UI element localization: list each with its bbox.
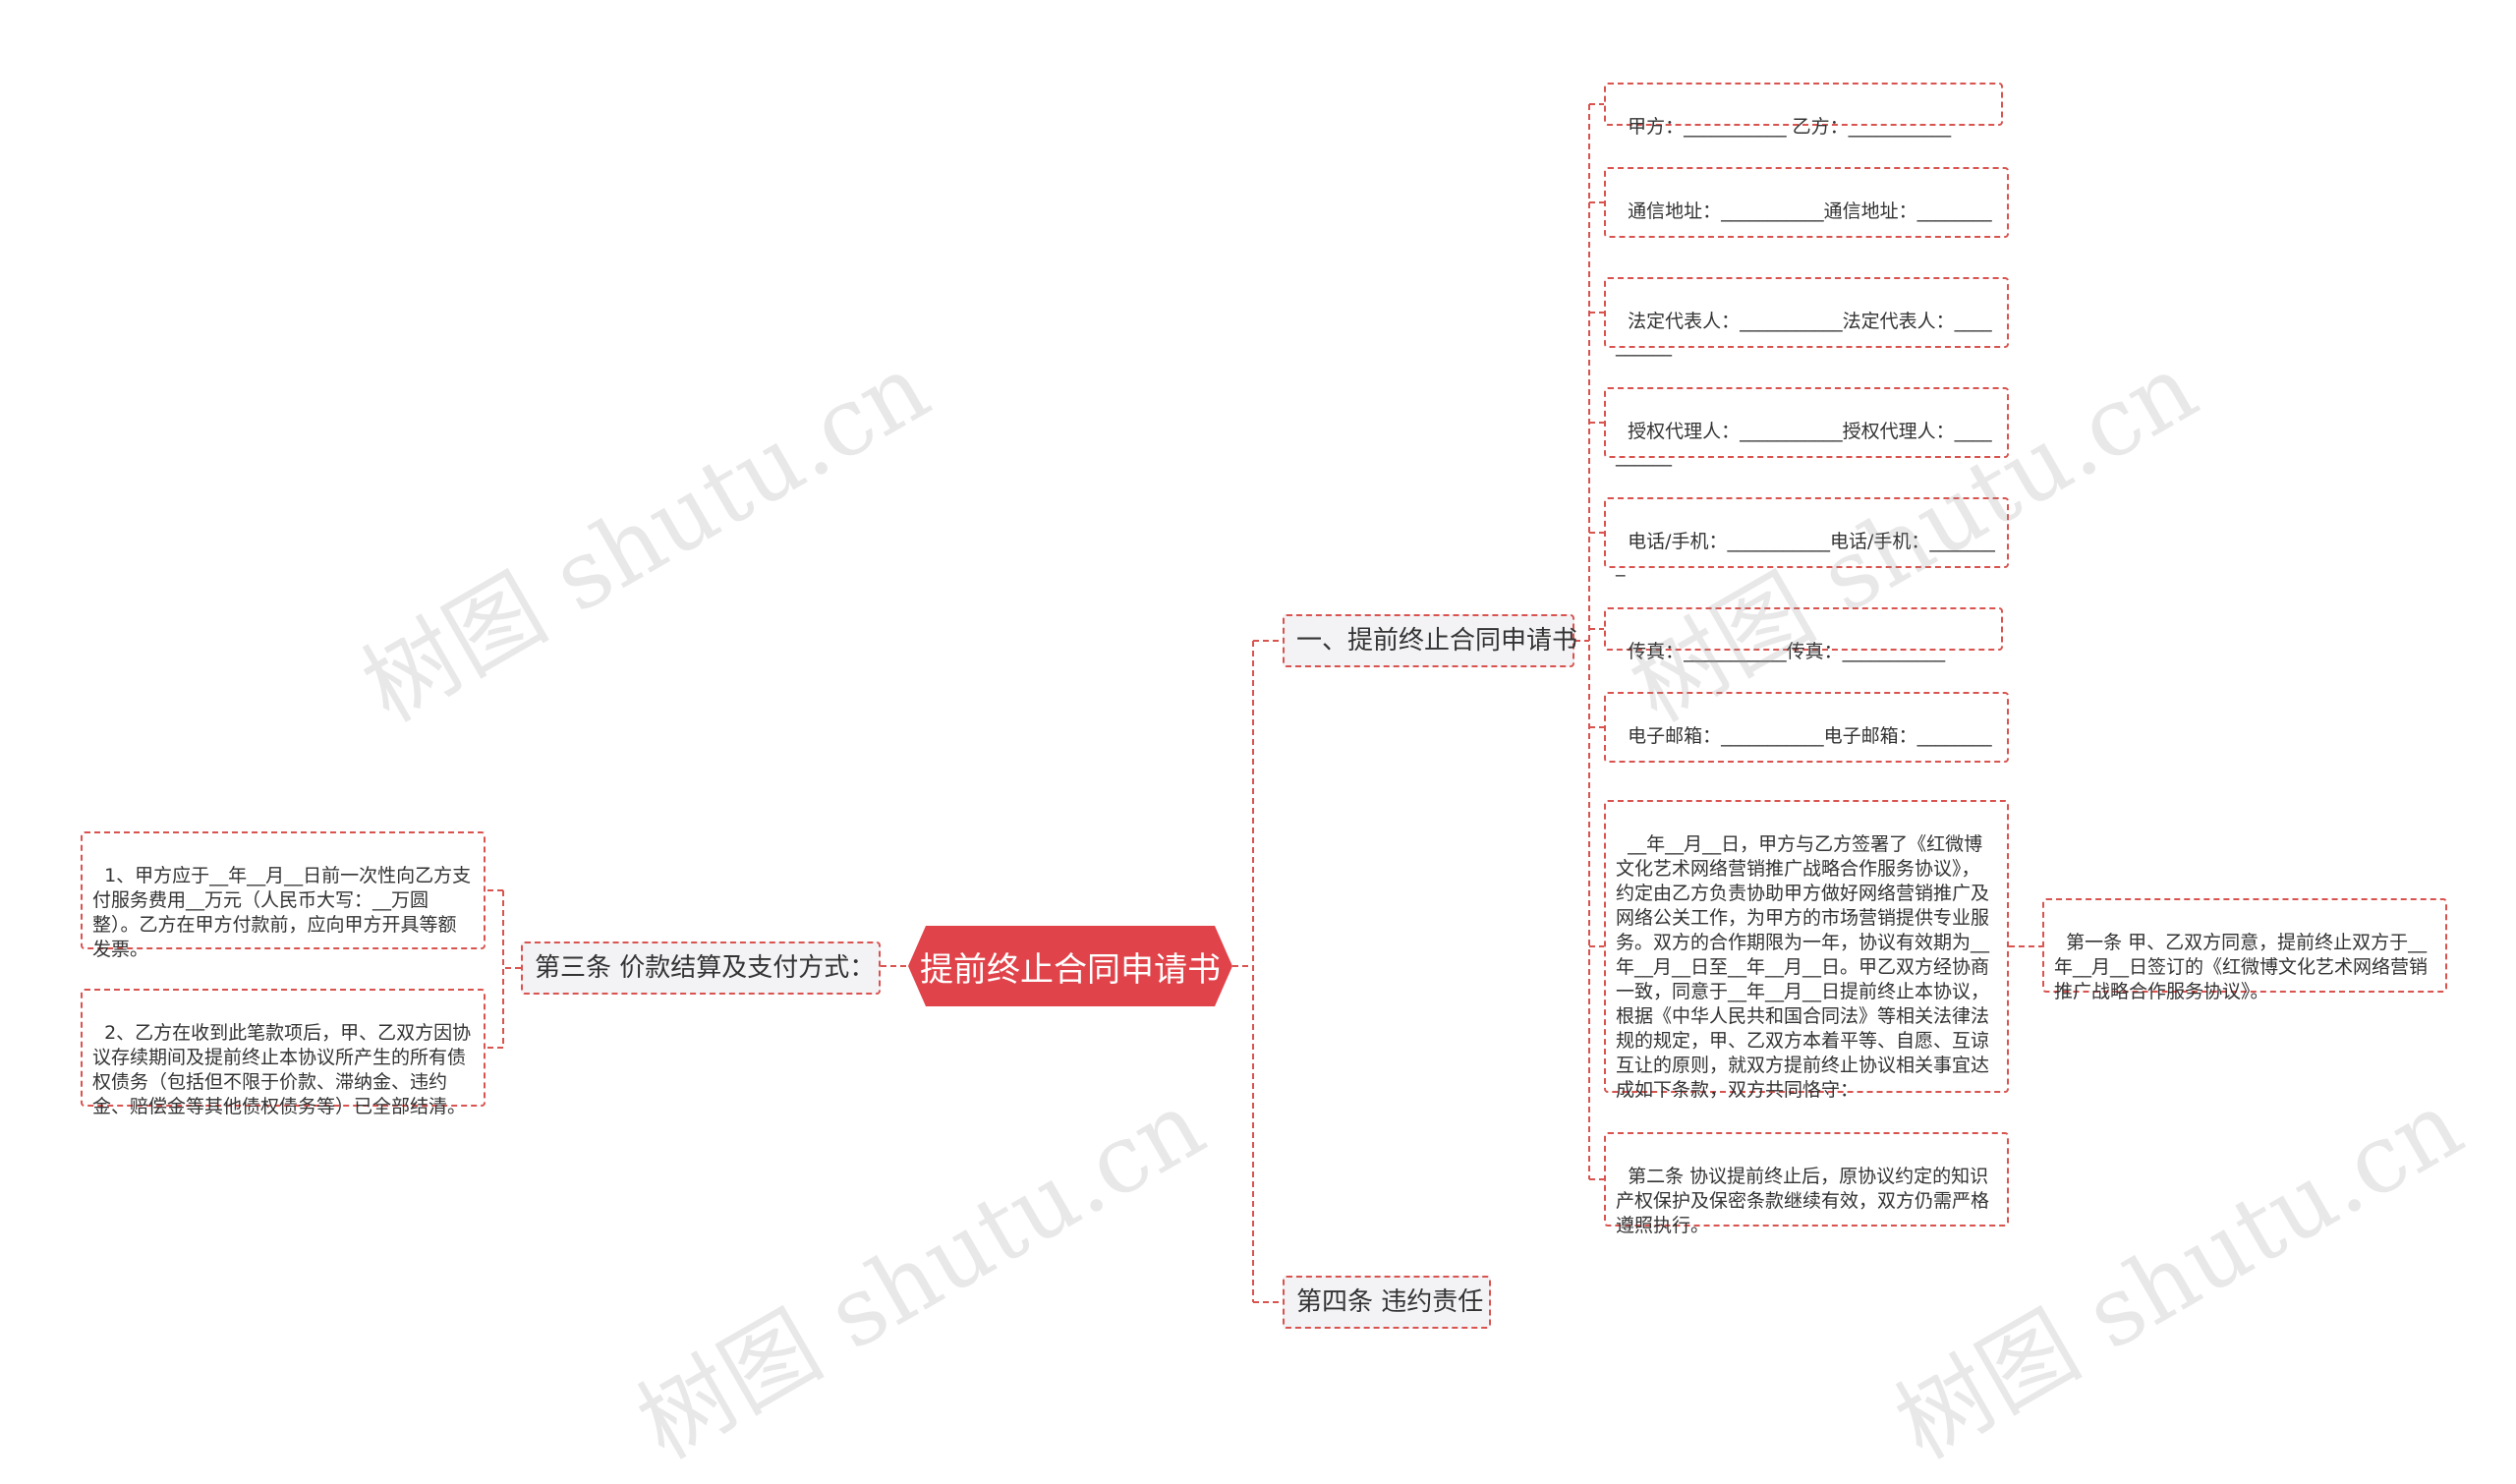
leaf-text: 1、甲方应于__年__月__日前一次性向乙方支付服务费用__万元（人民币大写：_… (92, 865, 472, 960)
branch-termination-application[interactable]: 一、提前终止合同申请书 (1283, 614, 1578, 667)
leaf-fax[interactable]: 传真：___________传真：___________ (1604, 607, 2003, 662)
root-node[interactable]: 提前终止合同申请书 (908, 926, 1232, 1006)
branch-label: 一、提前终止合同申请书 (1296, 626, 1578, 656)
leaf-legal-representative[interactable]: 法定代表人：___________法定代表人：__________ (1604, 277, 2009, 357)
leaf-address[interactable]: 通信地址：___________通信地址：________ (1604, 167, 2009, 238)
branch-article-3-payment[interactable]: 第三条 价款结算及支付方式： (521, 942, 881, 995)
leaf-phone[interactable]: 电话/手机：___________电话/手机：________ (1604, 497, 2009, 577)
leaf-text: 第二条 协议提前终止后，原协议约定的知识产权保护及保密条款继续有效，双方仍需严格… (1616, 1166, 1990, 1236)
connector-lines (486, 103, 2042, 1303)
branch-label: 第四条 违约责任 (1296, 1287, 1484, 1317)
leaf-article-2[interactable]: 第二条 协议提前终止后，原协议约定的知识产权保护及保密条款继续有效，双方仍需严格… (1604, 1132, 2009, 1236)
leaf-preamble[interactable]: __年__月__日，甲方与乙方签署了《红微博文化艺术网络营销推广战略合作服务协议… (1604, 800, 2009, 1101)
leaf-text: 电子邮箱：___________电子邮箱：________ (1628, 725, 1992, 747)
leaf-text: 2、乙方在收到此笔款项后，甲、乙双方因协议存续期间及提前终止本协议所产生的所有债… (92, 1022, 472, 1117)
branch-article-4-liability[interactable]: 第四条 违约责任 (1283, 1276, 1491, 1329)
leaf-parties[interactable]: 甲方：___________ 乙方：___________ (1604, 83, 2003, 138)
leaf-email[interactable]: 电子邮箱：___________电子邮箱：________ (1604, 692, 2009, 763)
leaf-authorized-agent[interactable]: 授权代理人：___________授权代理人：__________ (1604, 387, 2009, 467)
leaf-text: 通信地址：___________通信地址：________ (1628, 200, 1992, 222)
leaf-text: __年__月__日，甲方与乙方签署了《红微博文化艺术网络营销推广战略合作服务协议… (1616, 833, 1990, 1101)
leaf-article-1[interactable]: 第一条 甲、乙双方同意，提前终止双方于__年__月__日签订的《红微博文化艺术网… (2042, 898, 2447, 1002)
leaf-text: 第一条 甲、乙双方同意，提前终止双方于__年__月__日签订的《红微博文化艺术网… (2054, 932, 2429, 1002)
root-label: 提前终止合同申请书 (920, 949, 1221, 990)
leaf-text: 甲方：___________ 乙方：___________ (1628, 116, 1952, 138)
leaf-payment-1[interactable]: 1、甲方应于__年__月__日前一次性向乙方支付服务费用__万元（人民币大写：_… (81, 831, 486, 960)
leaf-text: 传真：___________传真：___________ (1628, 641, 1946, 662)
branch-label: 第三条 价款结算及支付方式： (535, 953, 876, 983)
leaf-payment-2[interactable]: 2、乙方在收到此笔款项后，甲、乙双方因协议存续期间及提前终止本协议所产生的所有债… (81, 989, 486, 1117)
